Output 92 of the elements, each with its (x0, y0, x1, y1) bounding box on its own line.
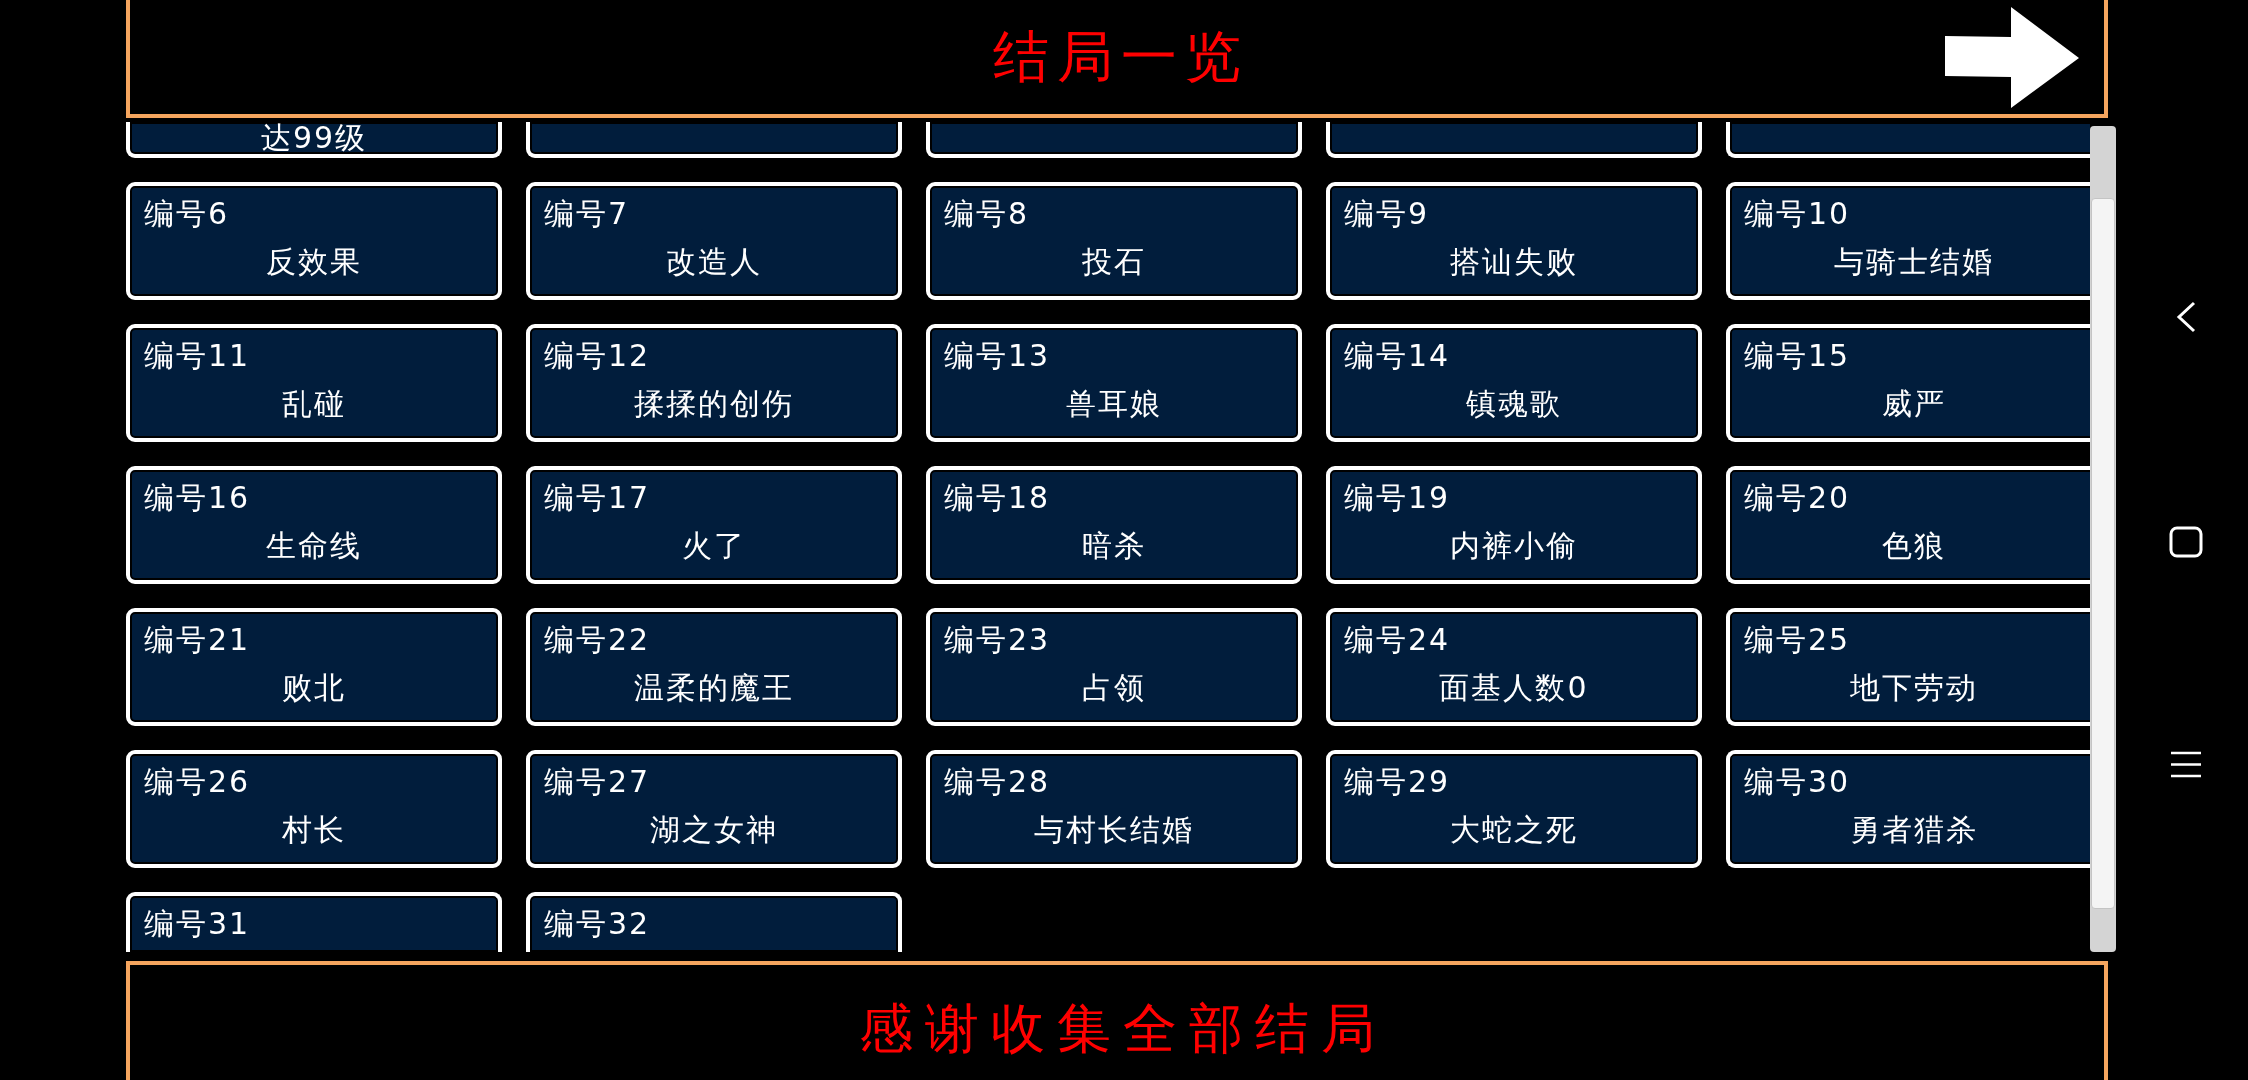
ending-title: 改造人 (666, 243, 762, 281)
ending-number: 编号10 (1744, 195, 1851, 233)
ending-card[interactable]: 编号25 地下劳动 (1726, 608, 2090, 726)
page-title: 结局一览 (992, 25, 1249, 89)
ending-card[interactable] (526, 122, 902, 158)
ending-number: 编号32 (544, 905, 651, 943)
ending-title: 揉揉的创伤 (634, 385, 794, 423)
ending-title: 温柔的魔王 (634, 669, 794, 707)
ending-card[interactable]: 编号9 搭讪失败 (1326, 182, 1702, 300)
ending-number: 编号17 (544, 479, 651, 517)
ending-title: 面基人数0 (1439, 669, 1589, 707)
ending-number: 编号24 (1344, 621, 1451, 659)
ending-card[interactable]: 编号23 占领 (926, 608, 1302, 726)
ending-number: 编号19 (1344, 479, 1451, 517)
ending-title: 与骑士结婚 (1834, 243, 1994, 281)
arrow-right-icon[interactable] (1945, 6, 2079, 108)
ending-card[interactable]: 编号15 威严 (1726, 324, 2090, 442)
ending-number: 编号16 (144, 479, 251, 517)
ending-title: 兽耳娘 (1066, 385, 1162, 423)
ending-card[interactable] (926, 122, 1302, 158)
ending-title: 火了 (682, 527, 746, 565)
ending-number: 编号29 (1344, 763, 1451, 801)
ending-number: 编号6 (144, 195, 230, 233)
ending-number: 编号21 (144, 621, 251, 659)
menu-icon[interactable] (2171, 751, 2201, 778)
ending-card[interactable]: 编号30 勇者猎杀 (1726, 750, 2090, 868)
ending-title: 败北 (282, 669, 346, 707)
ending-title: 色狼 (1882, 527, 1946, 565)
ending-number: 编号25 (1744, 621, 1851, 659)
ending-title: 镇魂歌 (1466, 385, 1562, 423)
ending-title: 乱碰 (282, 385, 346, 423)
ending-number: 编号13 (944, 337, 1051, 375)
ending-title: 反效果 (266, 243, 362, 281)
ending-title: 投石 (1082, 243, 1146, 281)
ending-number: 编号14 (1344, 337, 1451, 375)
ending-number: 编号20 (1744, 479, 1851, 517)
ending-card[interactable]: 编号8 投石 (926, 182, 1302, 300)
ending-title: 占领 (1082, 669, 1146, 707)
home-icon[interactable] (2169, 526, 2203, 558)
ending-number: 编号9 (1344, 195, 1430, 233)
ending-card[interactable]: 编号32 (526, 892, 902, 952)
ending-number: 编号23 (944, 621, 1051, 659)
ending-title: 暗杀 (1082, 527, 1146, 565)
ending-card[interactable]: 编号17 火了 (526, 466, 902, 584)
ending-card[interactable]: 编号7 改造人 (526, 182, 902, 300)
ending-title: 地下劳动 (1850, 669, 1978, 707)
ending-card[interactable] (1726, 122, 2090, 158)
ending-number: 编号15 (1744, 337, 1851, 375)
ending-card[interactable]: 编号12 揉揉的创伤 (526, 324, 902, 442)
ending-card[interactable]: 编号13 兽耳娘 (926, 324, 1302, 442)
ending-number: 编号31 (144, 905, 251, 943)
ending-title: 村长 (282, 811, 346, 849)
ending-title: 搭讪失败 (1450, 243, 1578, 281)
ending-number: 编号27 (544, 763, 651, 801)
ending-number: 编号11 (144, 337, 251, 375)
ending-card[interactable]: 编号27 湖之女神 (526, 750, 902, 868)
ending-card[interactable]: 编号11 乱碰 (126, 324, 502, 442)
ending-card[interactable]: 编号16 生命线 (126, 466, 502, 584)
ending-card[interactable]: 编号10 与骑士结婚 (1726, 182, 2090, 300)
ending-card[interactable]: 编号19 内裤小偷 (1326, 466, 1702, 584)
ending-title: 大蛇之死 (1450, 811, 1578, 849)
ending-number: 编号12 (544, 337, 651, 375)
ending-number: 编号8 (944, 195, 1030, 233)
ending-card[interactable]: 编号14 镇魂歌 (1326, 324, 1702, 442)
ending-card[interactable]: 编号26 村长 (126, 750, 502, 868)
ending-title: 湖之女神 (650, 811, 778, 849)
ending-card[interactable]: 编号29 大蛇之死 (1326, 750, 1702, 868)
ending-card[interactable]: 编号22 温柔的魔王 (526, 608, 902, 726)
ending-title: 生命线 (266, 527, 362, 565)
ending-title: 威严 (1882, 385, 1946, 423)
ending-card[interactable]: 编号18 暗杀 (926, 466, 1302, 584)
ending-card[interactable]: 编号21 败北 (126, 608, 502, 726)
ending-number: 编号18 (944, 479, 1051, 517)
ending-number: 编号7 (544, 195, 630, 233)
back-icon[interactable] (2176, 301, 2196, 333)
ending-card[interactable]: 编号24 面基人数0 (1326, 608, 1702, 726)
completion-message: 感谢收集全部结局 (858, 999, 1387, 1059)
ending-number: 编号22 (544, 621, 651, 659)
ending-title: 达99级 (260, 122, 368, 154)
ending-title: 与村长结婚 (1034, 811, 1194, 849)
ending-number: 编号30 (1744, 763, 1851, 801)
ending-title: 勇者猎杀 (1850, 811, 1978, 849)
ending-card[interactable]: 编号6 反效果 (126, 182, 502, 300)
scrollbar-thumb[interactable] (2091, 198, 2115, 909)
ending-card[interactable] (1326, 122, 1702, 158)
ending-card[interactable]: 编号20 色狼 (1726, 466, 2090, 584)
ending-number: 编号28 (944, 763, 1051, 801)
ending-title: 内裤小偷 (1450, 527, 1578, 565)
ending-card[interactable]: 编号28 与村长结婚 (926, 750, 1302, 868)
ending-number: 编号26 (144, 763, 251, 801)
ending-card[interactable]: 达99级 (126, 122, 502, 158)
ending-card[interactable]: 编号31 (126, 892, 502, 952)
